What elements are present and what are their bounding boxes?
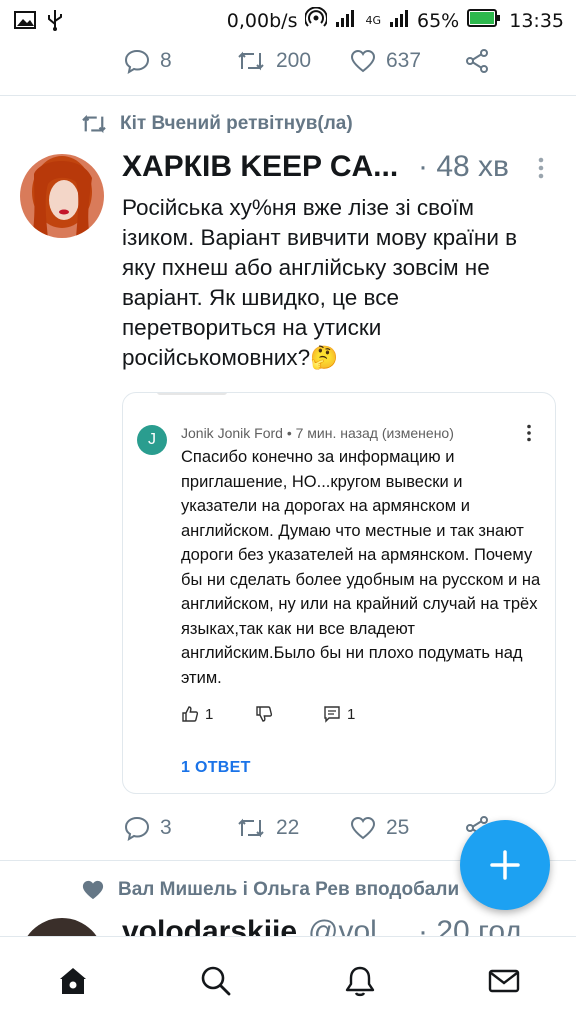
next-tweet-avatar: [20, 918, 104, 936]
like-context-text: Вал Мишель і Ольга Рев вподобали: [118, 879, 460, 900]
like-count: 637: [386, 49, 422, 72]
reply-button[interactable]: 8: [124, 48, 236, 74]
next-tweet-time: · 20 год: [418, 915, 522, 936]
retweet-context[interactable]: Кіт Вчений ретвітнув(ла): [80, 113, 353, 135]
plus-icon: [490, 850, 520, 880]
home-icon: [60, 968, 86, 994]
comment-icon: [324, 706, 340, 723]
bottom-navigation: [0, 936, 576, 1024]
comment-actions: 1 1: [181, 705, 355, 723]
embedded-image-card[interactable]: J Jonik Jonik Ford • 7 мин. назад (измен…: [122, 392, 556, 794]
like-context[interactable]: Вал Мишель і Ольга Рев вподобали: [80, 879, 459, 901]
nav-search[interactable]: [196, 961, 236, 1001]
battery-icon: [467, 8, 501, 33]
heart-icon: [350, 816, 376, 840]
nav-notifications[interactable]: [340, 961, 380, 1001]
status-bar: 0,00b/s 4G 65% 13:35: [0, 0, 576, 38]
tweet-time: · 48 хв: [418, 150, 509, 183]
next-tweet-preview[interactable]: volodarskiie @vol... · 20 год: [0, 912, 576, 936]
reply-count: 3: [160, 816, 172, 839]
commenter-avatar: J: [137, 425, 167, 455]
signal-icon: [335, 8, 357, 33]
nav-messages[interactable]: [484, 961, 524, 1001]
mail-icon: [488, 969, 520, 993]
tweet-actions: 3 22 25: [124, 815, 490, 841]
avatar[interactable]: [20, 154, 104, 238]
like-count: 25: [386, 816, 410, 839]
card-top-edge: [157, 393, 227, 395]
network-type: 4G: [365, 14, 381, 27]
retweet-icon: [238, 51, 264, 71]
clock: 13:35: [509, 9, 564, 32]
reply-icon: [124, 49, 150, 74]
heart-icon: [350, 49, 376, 73]
usb-icon: [46, 8, 64, 37]
retweet-button[interactable]: 200: [236, 49, 350, 73]
comment-reply-count: 1: [347, 705, 356, 723]
bell-icon: [345, 966, 375, 997]
comment-text: Спасибо конечно за информацию и приглаше…: [181, 448, 541, 687]
comment-meta: Jonik Jonik Ford • 7 мин. назад (изменен…: [181, 425, 454, 441]
retweet-icon: [238, 818, 264, 838]
reply-button[interactable]: 3: [124, 815, 236, 841]
like-button[interactable]: 25: [350, 816, 464, 840]
comment-like-count: 1: [205, 705, 214, 723]
thumbs-up-icon: [182, 706, 199, 722]
replies-link: 1 ОТВЕТ: [181, 759, 251, 776]
reply-icon: [124, 816, 150, 841]
nav-home[interactable]: [53, 961, 93, 1001]
retweet-count: 22: [276, 816, 300, 839]
battery-percent: 65%: [417, 9, 460, 32]
tweet-text: Російська ху%ня вже лізе зі своїм ізиком…: [122, 195, 518, 370]
next-tweet-author: volodarskiie: [122, 915, 298, 936]
network-speed: 0,00b/s: [226, 9, 298, 32]
share-button[interactable]: [464, 48, 490, 74]
search-icon: [201, 966, 231, 996]
like-button[interactable]: 637: [350, 49, 464, 73]
retweet-button[interactable]: 22: [236, 816, 350, 840]
retweet-icon: [82, 114, 106, 134]
comment-more-icon: [526, 424, 532, 442]
retweet-count: 200: [276, 49, 312, 72]
heart-filled-icon: [82, 880, 104, 900]
more-options-icon[interactable]: [536, 156, 546, 180]
share-icon: [466, 49, 488, 73]
next-tweet-handle: @vol...: [308, 915, 402, 936]
prev-tweet-actions: 8 200 637: [124, 48, 490, 74]
divider: [0, 95, 576, 96]
compose-tweet-button[interactable]: [460, 820, 550, 910]
image-icon: [14, 10, 36, 35]
signal-icon-2: [389, 8, 409, 33]
reply-count: 8: [160, 49, 172, 72]
retweet-context-text: Кіт Вчений ретвітнув(ла): [120, 113, 353, 134]
hotspot-icon: [304, 6, 329, 34]
thumbs-down-icon: [256, 706, 273, 722]
tweet-author[interactable]: ХАРКІВ KEEP CA...: [122, 150, 398, 184]
